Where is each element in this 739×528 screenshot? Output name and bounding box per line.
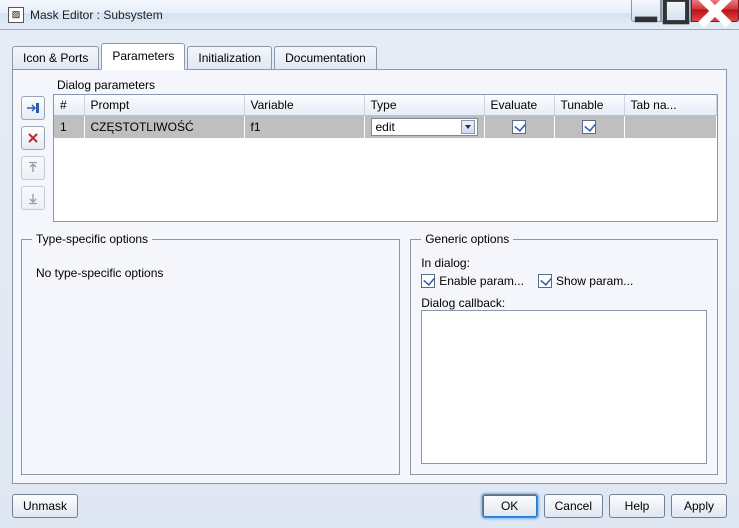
col-num[interactable]: # (54, 95, 84, 116)
generic-options: Generic options In dialog: Enable param.… (410, 232, 718, 475)
type-select-value: edit (376, 120, 395, 134)
move-down-button[interactable] (21, 186, 45, 210)
cell-type[interactable]: edit (364, 116, 484, 139)
cell-tabname[interactable] (624, 116, 717, 139)
show-param-checkbox[interactable] (538, 274, 552, 288)
ok-button[interactable]: OK (482, 494, 538, 518)
close-button[interactable] (691, 0, 739, 22)
minimize-button[interactable] (631, 0, 661, 22)
apply-button[interactable]: Apply (671, 494, 727, 518)
tab-documentation[interactable]: Documentation (274, 46, 377, 70)
col-evaluate[interactable]: Evaluate (484, 95, 554, 116)
dialog-parameters-label: Dialog parameters (57, 78, 718, 92)
help-button[interactable]: Help (609, 494, 665, 518)
cell-num: 1 (54, 116, 84, 139)
col-prompt[interactable]: Prompt (84, 95, 244, 116)
chevron-down-icon (461, 120, 475, 134)
parameters-panel: Dialog parameters # (12, 69, 727, 484)
enable-param-checkbox[interactable] (421, 274, 435, 288)
dialog-callback-text[interactable] (421, 310, 707, 464)
tab-parameters[interactable]: Parameters (101, 43, 185, 70)
no-type-options-text: No type-specific options (32, 256, 389, 290)
row-action-buttons (21, 78, 45, 222)
app-icon: ▨ (8, 7, 24, 23)
delete-row-icon (26, 131, 40, 145)
table-row[interactable]: 1 CZĘSTOTLIWOŚĆ f1 edit (54, 116, 717, 139)
type-options-legend: Type-specific options (32, 232, 152, 246)
dialog-parameters-area: Dialog parameters # (53, 78, 718, 222)
cell-evaluate[interactable] (484, 116, 554, 139)
col-tunable[interactable]: Tunable (554, 95, 624, 116)
add-row-icon (26, 101, 40, 115)
window-controls (631, 0, 739, 29)
show-param-label: Show param... (556, 274, 633, 288)
window-title: Mask Editor : Subsystem (30, 8, 631, 22)
type-specific-options: Type-specific options No type-specific o… (21, 232, 400, 475)
unmask-button[interactable]: Unmask (12, 494, 78, 518)
move-up-icon (26, 161, 40, 175)
enable-param-label: Enable param... (439, 274, 524, 288)
in-dialog-label: In dialog: (421, 256, 707, 270)
cell-variable[interactable]: f1 (244, 116, 364, 139)
type-select[interactable]: edit (371, 118, 478, 136)
parameters-table-wrap: # Prompt Variable Type Evaluate Tunable … (53, 94, 718, 222)
maximize-button[interactable] (661, 0, 691, 22)
bottom-button-bar: Unmask OK Cancel Help Apply (0, 490, 739, 528)
evaluate-checkbox[interactable] (512, 120, 526, 134)
cancel-button[interactable]: Cancel (544, 494, 603, 518)
tabstrip: Icon & Ports Parameters Initialization D… (0, 30, 739, 69)
show-param-option[interactable]: Show param... (538, 274, 633, 288)
col-type[interactable]: Type (364, 95, 484, 116)
cell-prompt[interactable]: CZĘSTOTLIWOŚĆ (84, 116, 244, 139)
add-row-button[interactable] (21, 96, 45, 120)
col-variable[interactable]: Variable (244, 95, 364, 116)
parameters-table: # Prompt Variable Type Evaluate Tunable … (54, 95, 717, 138)
dialog-callback-label: Dialog callback: (421, 296, 707, 310)
tab-icon-and-ports[interactable]: Icon & Ports (12, 46, 99, 70)
move-up-button[interactable] (21, 156, 45, 180)
tunable-checkbox[interactable] (582, 120, 596, 134)
cell-tunable[interactable] (554, 116, 624, 139)
titlebar: ▨ Mask Editor : Subsystem (0, 0, 739, 30)
col-tabname[interactable]: Tab na... (624, 95, 717, 116)
move-down-icon (26, 191, 40, 205)
tab-initialization[interactable]: Initialization (187, 46, 272, 70)
enable-param-option[interactable]: Enable param... (421, 274, 524, 288)
generic-options-legend: Generic options (421, 232, 513, 246)
delete-row-button[interactable] (21, 126, 45, 150)
